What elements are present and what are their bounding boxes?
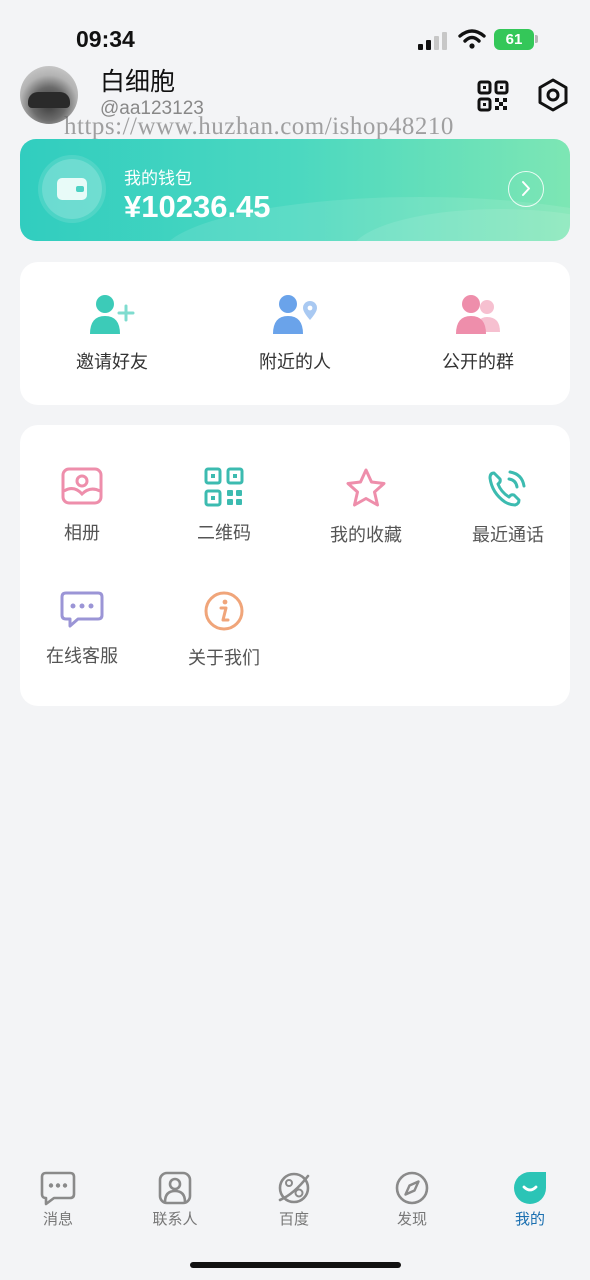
- star-icon: [346, 468, 386, 507]
- photo-album-item[interactable]: 相册: [12, 467, 152, 545]
- item-label: 二维码: [197, 523, 251, 544]
- item-label: 最近通话: [472, 525, 544, 546]
- about-us-item[interactable]: 关于我们: [154, 590, 294, 670]
- info-icon: [204, 591, 244, 631]
- tab-me[interactable]: 我的: [480, 1170, 580, 1229]
- tab-label: 消息: [42, 1210, 73, 1228]
- item-label: 在线客服: [46, 646, 118, 667]
- phone-icon: [488, 470, 526, 507]
- tab-messages[interactable]: 消息: [8, 1170, 108, 1229]
- wallet-icon: [42, 159, 102, 219]
- public-group-icon: [456, 295, 500, 334]
- tab-baidu[interactable]: 百度: [244, 1170, 344, 1229]
- wallet-balance: ¥10236.45: [124, 189, 271, 224]
- wifi-icon: [458, 29, 486, 49]
- battery-indicator: 61: [494, 29, 534, 50]
- tab-label: 百度: [278, 1210, 309, 1228]
- contacts-icon: [158, 1171, 192, 1205]
- item-label: 我的收藏: [330, 525, 402, 546]
- wallet-title: 我的钱包: [124, 169, 192, 189]
- item-label: 相册: [64, 523, 100, 544]
- photo-album-icon: [61, 467, 103, 505]
- tab-discover[interactable]: 发现: [362, 1170, 462, 1229]
- quick-actions-card: 邀请好友 附近的人 公开的群: [20, 262, 570, 405]
- item-label: 附近的人: [259, 352, 331, 373]
- public-groups-item[interactable]: 公开的群: [386, 292, 570, 374]
- user-nickname: 白细胞: [100, 67, 176, 96]
- qr-code-item[interactable]: 二维码: [154, 467, 294, 545]
- add-user-icon: [90, 295, 135, 334]
- wallet-arrow-button[interactable]: [508, 171, 544, 207]
- battery-cap: [535, 35, 538, 43]
- chat-bubble-icon: [60, 591, 104, 628]
- settings-button[interactable]: [537, 78, 569, 112]
- cellular-signal-icon: [418, 32, 447, 50]
- status-bar: 09:34 61: [0, 0, 590, 70]
- qr-code-button[interactable]: [477, 80, 509, 112]
- wallet-icon-shape: [57, 178, 87, 200]
- tab-label: 联系人: [152, 1210, 198, 1228]
- qr-code-icon: [204, 467, 244, 507]
- favorites-item[interactable]: 我的收藏: [296, 467, 436, 547]
- invite-friends-item[interactable]: 邀请好友: [20, 292, 204, 374]
- home-indicator[interactable]: [190, 1262, 401, 1268]
- item-label: 公开的群: [442, 352, 514, 373]
- nearby-people-item[interactable]: 附近的人: [203, 292, 387, 374]
- customer-service-item[interactable]: 在线客服: [12, 590, 152, 668]
- menu-grid-card: 相册 二维码 我的收藏 最近通话 在线客服 关于我们: [20, 425, 570, 706]
- avatar-car-image: [28, 92, 70, 108]
- tab-label: 我的: [514, 1210, 545, 1228]
- me-icon: [514, 1172, 546, 1204]
- item-label: 邀请好友: [76, 352, 148, 373]
- planet-icon: [278, 1172, 310, 1204]
- tab-label: 发现: [396, 1210, 427, 1228]
- nearby-people-icon: [273, 295, 317, 334]
- tab-contacts[interactable]: 联系人: [125, 1170, 225, 1229]
- chevron-right-icon: [522, 181, 530, 196]
- recent-calls-item[interactable]: 最近通话: [438, 467, 578, 547]
- watermark-text: https://www.huzhan.com/ishop48210: [64, 113, 454, 140]
- message-icon: [40, 1171, 76, 1206]
- wallet-card[interactable]: 我的钱包 ¥10236.45: [20, 139, 570, 241]
- item-label: 关于我们: [188, 648, 260, 669]
- compass-icon: [395, 1171, 429, 1205]
- status-time: 09:34: [76, 26, 135, 52]
